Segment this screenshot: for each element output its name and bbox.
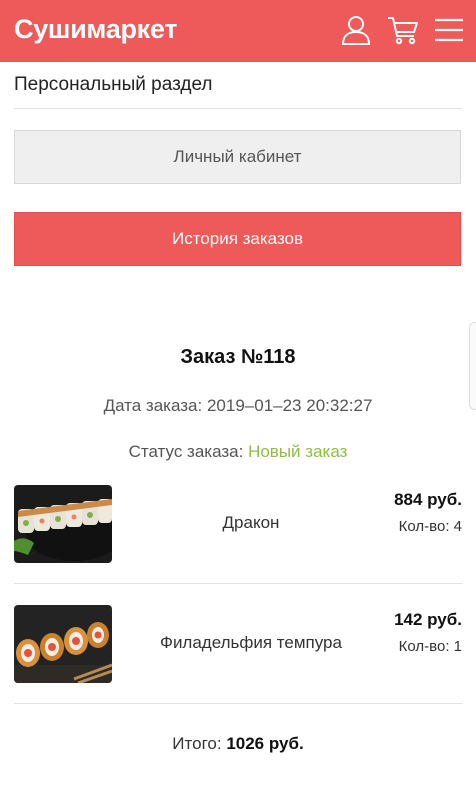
menu-icon[interactable] <box>432 13 466 47</box>
order-history-button[interactable]: История заказов <box>14 212 461 266</box>
order-title: Заказ №118 <box>180 346 296 368</box>
order-total-value: 1026 руб. <box>226 734 304 753</box>
item-name[interactable]: Филадельфия темпура <box>112 633 390 653</box>
order-status-value: Новый заказ <box>248 442 348 461</box>
order-date-label: Дата заказа: <box>103 396 203 415</box>
user-icon[interactable] <box>339 13 373 47</box>
order-date-value: 2019–01–23 20:32:27 <box>206 396 373 415</box>
order-date: Дата заказа: 2019–01–23 20:32:27 <box>0 396 476 416</box>
divider <box>14 108 462 109</box>
product-image-dragon[interactable] <box>14 485 112 563</box>
personal-cabinet-button[interactable]: Личный кабинет <box>14 130 461 184</box>
item-name[interactable]: Дракон <box>112 513 390 533</box>
section-title: Персональный раздел <box>14 74 213 95</box>
app-header: Сушимаркет <box>0 0 476 62</box>
item-price: 884 руб. <box>394 490 462 509</box>
list-item: Филадельфия темпура 142 руб. Кол-во: 1 <box>14 605 462 685</box>
item-quantity: Кол-во: 1 <box>398 638 462 655</box>
item-quantity: Кол-во: 4 <box>398 518 462 535</box>
order-status: Статус заказа: Новый заказ <box>0 442 476 462</box>
list-item: Дракон 884 руб. Кол-во: 4 <box>14 485 462 565</box>
order-status-label: Статус заказа: <box>128 442 244 461</box>
item-price: 142 руб. <box>394 610 462 629</box>
cart-icon[interactable] <box>386 13 420 47</box>
product-image-philadelphia-tempura[interactable] <box>14 605 112 683</box>
site-logo[interactable]: Сушимаркет <box>14 14 177 45</box>
order-total-label: Итого: <box>172 734 222 753</box>
divider <box>14 583 462 584</box>
order-total: Итого: 1026 руб. <box>0 734 476 754</box>
divider <box>14 703 462 704</box>
